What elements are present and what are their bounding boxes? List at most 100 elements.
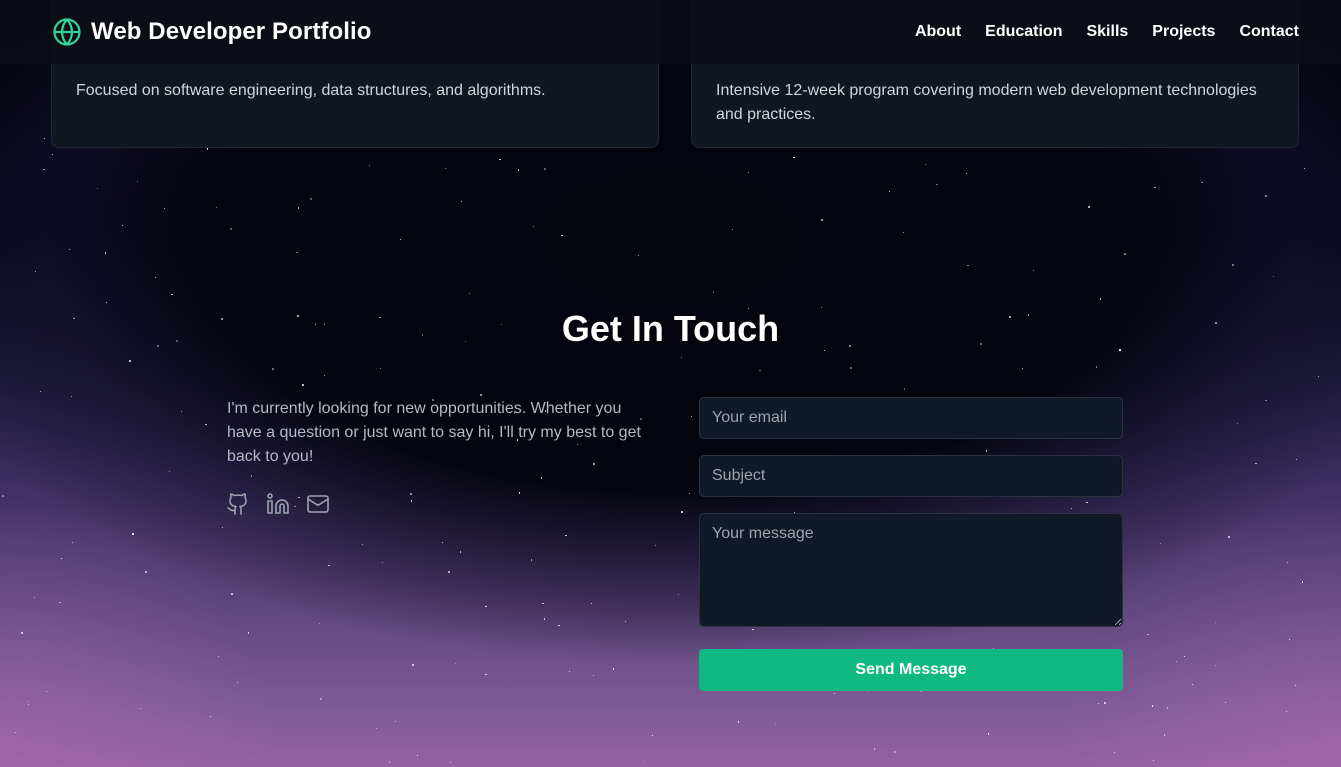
star bbox=[1227, 535, 1230, 538]
star bbox=[561, 235, 563, 237]
send-message-button[interactable]: Send Message bbox=[699, 649, 1123, 691]
star bbox=[1215, 621, 1217, 623]
star bbox=[15, 731, 17, 733]
star bbox=[850, 367, 853, 370]
star bbox=[381, 562, 384, 564]
star bbox=[27, 700, 29, 703]
star bbox=[1098, 703, 1100, 705]
star bbox=[39, 391, 42, 393]
github-icon[interactable] bbox=[226, 492, 250, 516]
email-input[interactable] bbox=[699, 397, 1123, 439]
star bbox=[1113, 751, 1116, 753]
star bbox=[218, 656, 220, 658]
nav-link-education[interactable]: Education bbox=[985, 23, 1062, 41]
star bbox=[72, 542, 74, 544]
star bbox=[469, 293, 471, 295]
brand-link[interactable]: Web Developer Portfolio bbox=[52, 17, 372, 47]
star bbox=[1265, 195, 1267, 197]
star bbox=[155, 276, 157, 279]
star bbox=[442, 541, 444, 543]
star bbox=[27, 703, 29, 705]
star bbox=[320, 698, 322, 700]
star bbox=[712, 292, 715, 294]
nav-link-about[interactable]: About bbox=[915, 23, 961, 41]
star bbox=[680, 357, 683, 359]
star bbox=[1022, 368, 1024, 370]
star bbox=[1032, 269, 1034, 271]
star bbox=[485, 605, 487, 607]
star bbox=[1088, 206, 1090, 208]
star bbox=[893, 751, 896, 754]
star bbox=[1255, 462, 1257, 464]
star bbox=[565, 535, 567, 537]
star bbox=[444, 167, 446, 169]
star bbox=[1151, 705, 1153, 707]
star bbox=[43, 137, 46, 140]
star bbox=[21, 632, 23, 634]
site-header: Web Developer Portfolio About Education … bbox=[0, 0, 1341, 64]
star bbox=[888, 191, 891, 193]
star bbox=[1317, 375, 1320, 377]
star bbox=[394, 720, 396, 723]
star bbox=[965, 173, 967, 175]
star bbox=[987, 733, 989, 735]
star bbox=[171, 293, 173, 295]
mail-icon[interactable] bbox=[306, 492, 330, 516]
star bbox=[106, 301, 108, 303]
star bbox=[132, 533, 134, 535]
education-card-description: Intensive 12-week program covering moder… bbox=[716, 82, 1257, 123]
star bbox=[71, 395, 73, 397]
star bbox=[60, 557, 63, 560]
star bbox=[731, 228, 733, 230]
star bbox=[296, 251, 298, 254]
message-textarea[interactable] bbox=[699, 513, 1123, 627]
star bbox=[499, 159, 501, 161]
linkedin-icon[interactable] bbox=[266, 492, 290, 516]
star bbox=[530, 559, 533, 561]
education-card-description: Focused on software engineering, data st… bbox=[76, 82, 546, 99]
subject-input[interactable] bbox=[699, 455, 1123, 497]
contact-heading: Get In Touch bbox=[561, 308, 780, 349]
star bbox=[903, 231, 905, 233]
star bbox=[168, 471, 170, 473]
star bbox=[532, 225, 535, 227]
star bbox=[1124, 253, 1127, 256]
star bbox=[460, 551, 462, 553]
star bbox=[206, 148, 209, 150]
nav-link-contact[interactable]: Contact bbox=[1239, 23, 1299, 41]
star bbox=[97, 187, 99, 190]
star bbox=[925, 163, 927, 166]
nav-link-projects[interactable]: Projects bbox=[1152, 23, 1215, 41]
star bbox=[236, 682, 239, 684]
star bbox=[651, 734, 653, 737]
star bbox=[1099, 298, 1102, 300]
star bbox=[1236, 423, 1239, 425]
star bbox=[2, 494, 5, 497]
star bbox=[544, 168, 547, 171]
star bbox=[1201, 181, 1203, 184]
star bbox=[450, 762, 452, 764]
star bbox=[34, 270, 37, 272]
star bbox=[362, 544, 364, 546]
star bbox=[688, 493, 690, 495]
star bbox=[1103, 702, 1106, 705]
star bbox=[540, 477, 543, 479]
star bbox=[485, 673, 487, 676]
nav-link-skills[interactable]: Skills bbox=[1086, 23, 1128, 41]
star bbox=[591, 603, 593, 605]
star bbox=[833, 693, 835, 695]
star bbox=[1272, 276, 1274, 278]
star bbox=[1302, 581, 1304, 583]
star bbox=[68, 249, 70, 251]
star bbox=[379, 367, 381, 369]
star bbox=[209, 715, 212, 718]
star bbox=[690, 416, 692, 418]
star bbox=[1154, 187, 1156, 189]
star bbox=[1224, 701, 1227, 703]
star bbox=[612, 668, 614, 670]
main-nav: About Education Skills Projects Contact bbox=[915, 23, 1299, 41]
star bbox=[542, 602, 544, 605]
star bbox=[417, 754, 419, 757]
star bbox=[1287, 561, 1289, 563]
star bbox=[410, 500, 413, 502]
